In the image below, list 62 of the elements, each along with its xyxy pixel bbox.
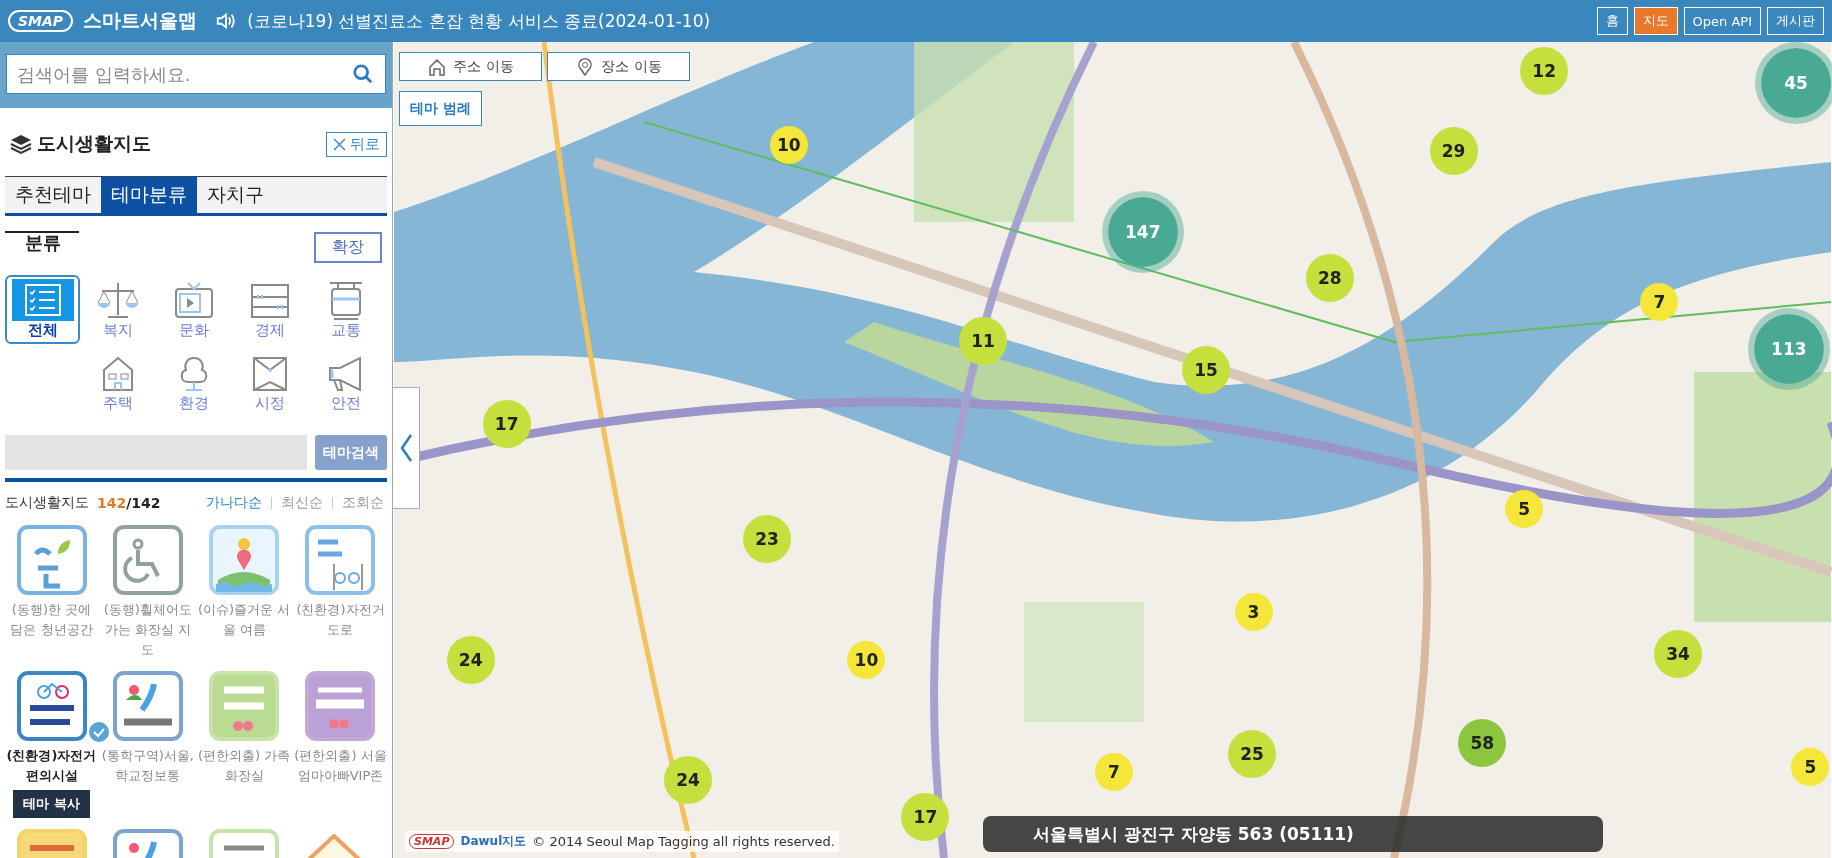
category-item[interactable]: 교통	[308, 275, 383, 344]
theme-label[interactable]: (친환경)자전거 편의시설	[5, 746, 98, 786]
notice-text[interactable]: (코로나19) 선별진료소 혼잡 현황 서비스 종료(2024-01-10)	[247, 9, 711, 33]
category-item[interactable]: 환경	[156, 348, 232, 417]
nav-button[interactable]: 홈	[1596, 7, 1628, 35]
theme-label[interactable]: (동행)한 곳에 담은 청년공간	[5, 600, 98, 640]
sort-link[interactable]: 최신순	[278, 494, 326, 512]
app-name: 스마트서울맵	[83, 8, 198, 33]
category-item[interactable]: 시정	[232, 348, 308, 417]
close-icon	[333, 137, 346, 151]
expand-button[interactable]: 확장	[314, 232, 382, 263]
legend-button[interactable]: 테마 범례	[399, 91, 482, 126]
theme-label[interactable]: (동행)휠체어도 가는 화장실 지도	[101, 600, 195, 660]
logo: Dawul지도	[460, 833, 527, 850]
theme-search-button[interactable]: 테마검색	[315, 435, 387, 470]
category-item[interactable]: 문화	[156, 275, 232, 344]
theme-label[interactable]: (통학구역)서울, 학교정보통	[101, 746, 195, 786]
checklist-icon	[11, 279, 74, 321]
house-icon	[427, 56, 448, 77]
tab[interactable]: 자치구	[197, 177, 274, 213]
beach-icon[interactable]	[208, 524, 281, 596]
theme-label[interactable]: (이슈)즐거운 서울 여름	[197, 600, 291, 640]
search-icon	[352, 63, 374, 85]
tab[interactable]: 추천테마	[5, 177, 101, 213]
nav-button[interactable]: 지도	[1633, 7, 1678, 35]
logo: SMAP	[409, 834, 455, 849]
logo[interactable]: SMAP	[8, 10, 74, 32]
section-heading: 분류	[5, 230, 79, 253]
sprout-icon[interactable]	[15, 524, 88, 596]
sort-link[interactable]: 조회순	[339, 494, 387, 512]
theme-label[interactable]: (친환경)자전거 도로	[294, 600, 387, 640]
category-item[interactable]: 안전	[308, 348, 383, 417]
theme-search-field[interactable]	[5, 435, 307, 470]
list-title: 도시생활지도	[5, 494, 89, 512]
nav-button[interactable]: 게시판	[1767, 7, 1824, 35]
category-item[interactable]: 경제	[232, 275, 308, 344]
category-item[interactable]: 복지	[80, 275, 156, 344]
nav-button[interactable]: Open API	[1683, 7, 1761, 35]
category-item[interactable]: 주택	[80, 348, 156, 417]
map-button[interactable]: 주소 이동	[399, 52, 542, 81]
speaker-icon	[215, 10, 238, 32]
theme-total: /142	[126, 495, 161, 511]
tab[interactable]: 테마분류	[101, 177, 197, 213]
theme-label[interactable]: (편한외출) 가족화장실	[197, 746, 291, 786]
chevron-left-icon	[399, 433, 413, 463]
vip-icon[interactable]	[304, 670, 377, 742]
panel-title: 도시생활지도	[37, 131, 151, 156]
address-bar: 서울특별시 광진구 자양동 563 (05111)	[983, 816, 1603, 852]
map-button[interactable]: 장소 이동	[547, 52, 690, 81]
bicycle-icon[interactable]	[15, 670, 88, 742]
wheelchair-icon[interactable]	[111, 524, 184, 596]
theme-label[interactable]: (편한외출) 서울엄마아빠VIP존	[294, 746, 387, 786]
collapse-handle[interactable]	[393, 387, 420, 509]
theme-count: 142	[97, 495, 127, 511]
copyright-text: © 2014 Seoul Map Tagging all rights reserved.	[532, 834, 835, 849]
layers-icon	[9, 132, 33, 156]
sort-link[interactable]: 가나다순	[203, 494, 265, 512]
back-button[interactable]: 뒤로	[326, 131, 387, 157]
search-field[interactable]: 검색어를 입력하세요.	[6, 54, 386, 94]
category-item[interactable]: 전체	[5, 275, 80, 344]
restroom-icon[interactable]	[208, 670, 281, 742]
copy-theme-button[interactable]: 테마 복사	[13, 790, 90, 818]
